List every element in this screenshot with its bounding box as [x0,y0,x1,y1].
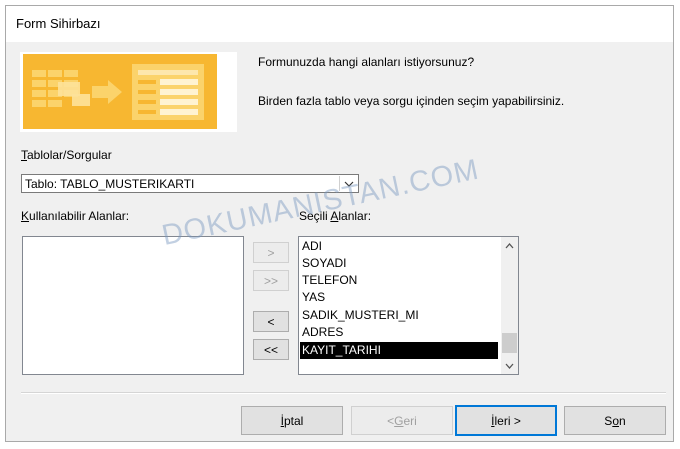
tables-queries-combobox[interactable]: Tablo: TABLO_MUSTERIKARTI [21,174,359,193]
list-item[interactable]: TELEFON [302,272,357,289]
prompt-question: Formunuzda hangi alanları istiyorsunuz? [258,55,475,69]
wizard-illustration [20,52,237,132]
title-bar: Form Sihirbazı [6,6,673,42]
list-item[interactable]: YAS [302,289,325,306]
cancel-button[interactable]: İptal [241,406,343,435]
combobox-selected-value: Tablo: TABLO_MUSTERIKARTI [25,177,195,191]
list-item-selected[interactable]: KAYIT_TARIHI [300,342,498,359]
prompt-hint: Birden fazla tablo veya sorgu içinden se… [258,94,565,108]
back-button[interactable]: < Geri [351,406,453,435]
window-title: Form Sihirbazı [16,16,101,31]
list-item[interactable]: SOYADI [302,255,346,272]
list-item[interactable]: ADI [302,238,322,255]
remove-field-button[interactable]: < [253,311,289,332]
scroll-down-icon[interactable] [501,357,518,374]
scrollbar-thumb[interactable] [502,333,517,353]
tables-queries-label: Tablolar/Sorgular [21,148,112,162]
available-fields-list[interactable] [22,236,244,375]
scroll-up-icon[interactable] [501,237,518,254]
vertical-scrollbar[interactable] [501,237,518,374]
list-item[interactable]: SADIK_MUSTERI_MI [302,307,419,324]
add-field-button[interactable]: > [253,242,289,263]
selected-fields-label: Seçili Alanlar: [299,209,372,223]
chevron-down-icon[interactable] [339,176,357,191]
selected-fields-list[interactable]: ADI SOYADI TELEFON YAS SADIK_MUSTERI_MI … [298,236,519,375]
remove-all-fields-button[interactable]: << [253,339,289,360]
footer-separator [21,392,666,394]
available-fields-label: Kullanılabilir Alanlar: [21,209,130,223]
form-wizard-dialog: Form Sihirbazı Formunuzda hangi alanları… [5,5,674,442]
next-button[interactable]: İleri > [455,405,557,436]
finish-button[interactable]: Son [564,406,666,435]
list-item[interactable]: ADRES [302,324,343,341]
add-all-fields-button[interactable]: >> [253,270,289,291]
